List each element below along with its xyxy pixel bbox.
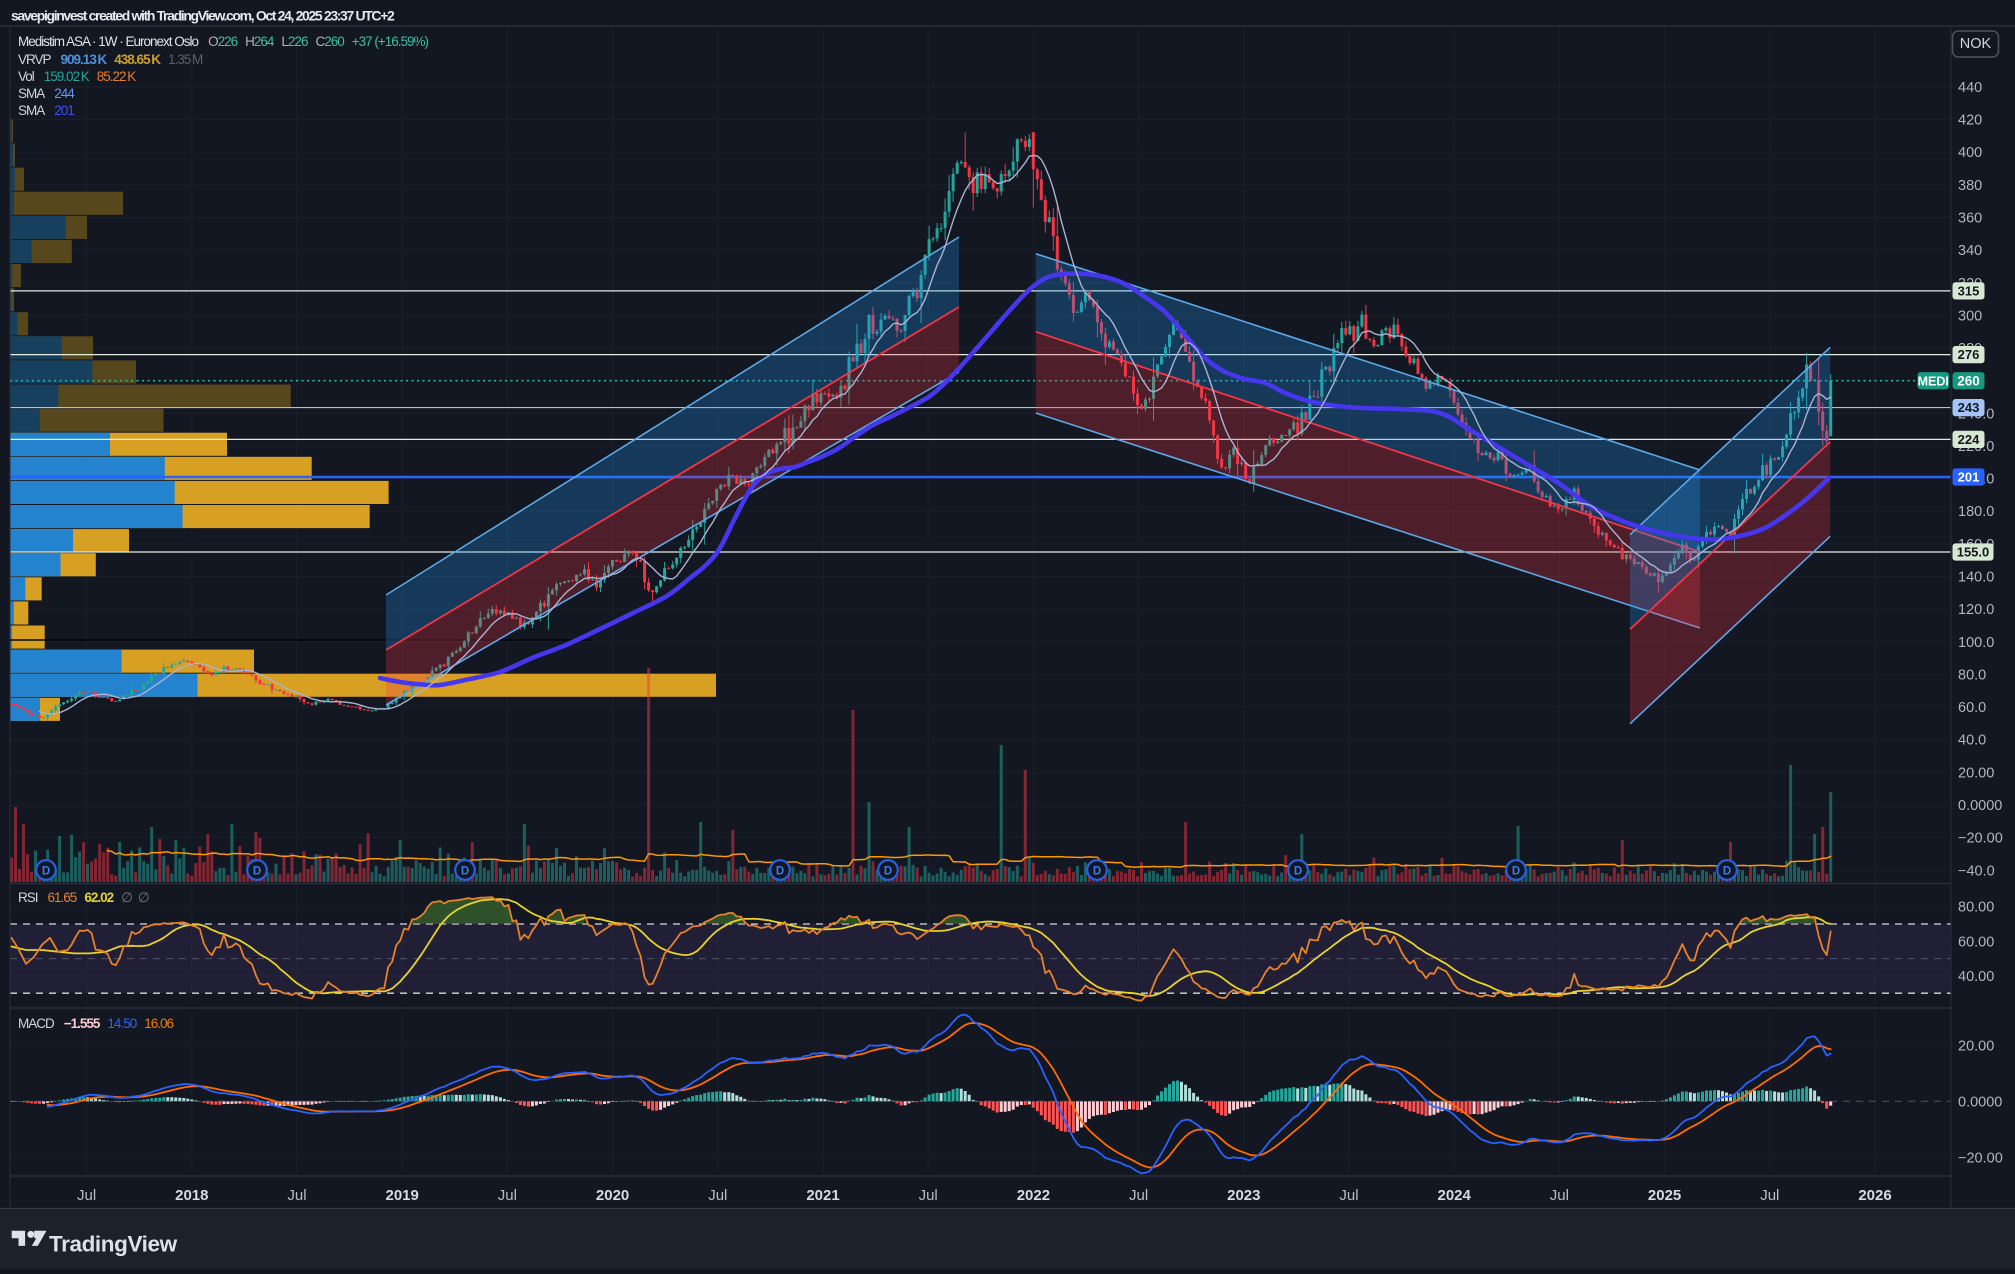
svg-text:−20.00: −20.00 [1958,831,2003,847]
svg-text:savepiginvest created with Tra: savepiginvest created with TradingView.c… [11,8,395,24]
svg-text:Jul: Jul [708,1187,727,1204]
svg-text:Medistim ASA · 1W · Euronext O: Medistim ASA · 1W · Euronext OsloO226H26… [18,34,429,49]
svg-text:2020: 2020 [596,1187,629,1204]
svg-text:2018: 2018 [175,1187,208,1204]
svg-text:155.0: 155.0 [1957,545,1990,560]
svg-text:2022: 2022 [1017,1187,1050,1204]
svg-text:D: D [1512,866,1520,878]
svg-text:360: 360 [1958,211,1982,227]
svg-text:140.0: 140.0 [1958,570,1994,586]
svg-text:D: D [1093,866,1101,878]
svg-text:440: 440 [1958,80,1982,96]
svg-text:40.0: 40.0 [1958,733,1986,749]
svg-text:Jul: Jul [1550,1187,1569,1204]
svg-text:300: 300 [1958,308,1982,324]
svg-text:40.00: 40.00 [1958,969,1994,985]
svg-text:380: 380 [1958,178,1982,194]
svg-text:D: D [1723,866,1731,878]
svg-text:MEDI: MEDI [1918,374,1949,388]
svg-text:60.0: 60.0 [1958,700,1986,716]
svg-text:120.0: 120.0 [1958,602,1994,618]
svg-text:2023: 2023 [1227,1187,1260,1204]
svg-text:201: 201 [1958,470,1980,485]
svg-text:Jul: Jul [1129,1187,1148,1204]
svg-text:420: 420 [1958,113,1982,129]
svg-text:D: D [884,866,892,878]
svg-text:D: D [461,866,469,878]
svg-text:D: D [253,866,261,878]
svg-text:315: 315 [1958,284,1980,299]
svg-text:80.00: 80.00 [1958,900,1994,916]
svg-text:−20.00: −20.00 [1958,1150,2003,1166]
svg-text:400: 400 [1958,145,1982,161]
svg-text:D: D [42,866,50,878]
svg-text:20.00: 20.00 [1958,765,1994,781]
svg-text:Jul: Jul [287,1187,306,1204]
svg-text:20.00: 20.00 [1958,1038,1994,1054]
svg-text:260: 260 [1957,373,1980,388]
svg-text:224: 224 [1958,432,1980,447]
svg-text:2025: 2025 [1648,1187,1681,1204]
svg-text:2024: 2024 [1438,1187,1472,1204]
svg-text:MACD−1.55514.5016.06: MACD−1.55514.5016.06 [18,1016,173,1031]
svg-text:−40.0: −40.0 [1958,863,1995,879]
svg-text:2019: 2019 [386,1187,419,1204]
svg-text:340: 340 [1958,243,1982,259]
svg-text:276: 276 [1958,347,1980,362]
svg-text:2026: 2026 [1858,1187,1891,1204]
svg-text:100.0: 100.0 [1958,635,1994,651]
svg-text:Jul: Jul [919,1187,938,1204]
svg-text:Jul: Jul [1760,1187,1779,1204]
svg-text:TradingView: TradingView [49,1232,178,1257]
svg-text:Jul: Jul [77,1187,96,1204]
svg-text:243: 243 [1958,400,1980,415]
svg-text:80.0: 80.0 [1958,667,1986,683]
svg-text:0.0000: 0.0000 [1958,1094,2002,1110]
svg-text:Jul: Jul [1339,1187,1358,1204]
svg-text:D: D [1294,866,1302,878]
svg-text:60.00: 60.00 [1958,934,1994,950]
svg-text:2021: 2021 [806,1187,839,1204]
svg-text:NOK: NOK [1960,36,1992,52]
svg-text:180.0: 180.0 [1958,504,1994,520]
svg-text:D: D [776,866,784,878]
svg-text:Jul: Jul [498,1187,517,1204]
svg-text:0.0000: 0.0000 [1958,798,2002,814]
